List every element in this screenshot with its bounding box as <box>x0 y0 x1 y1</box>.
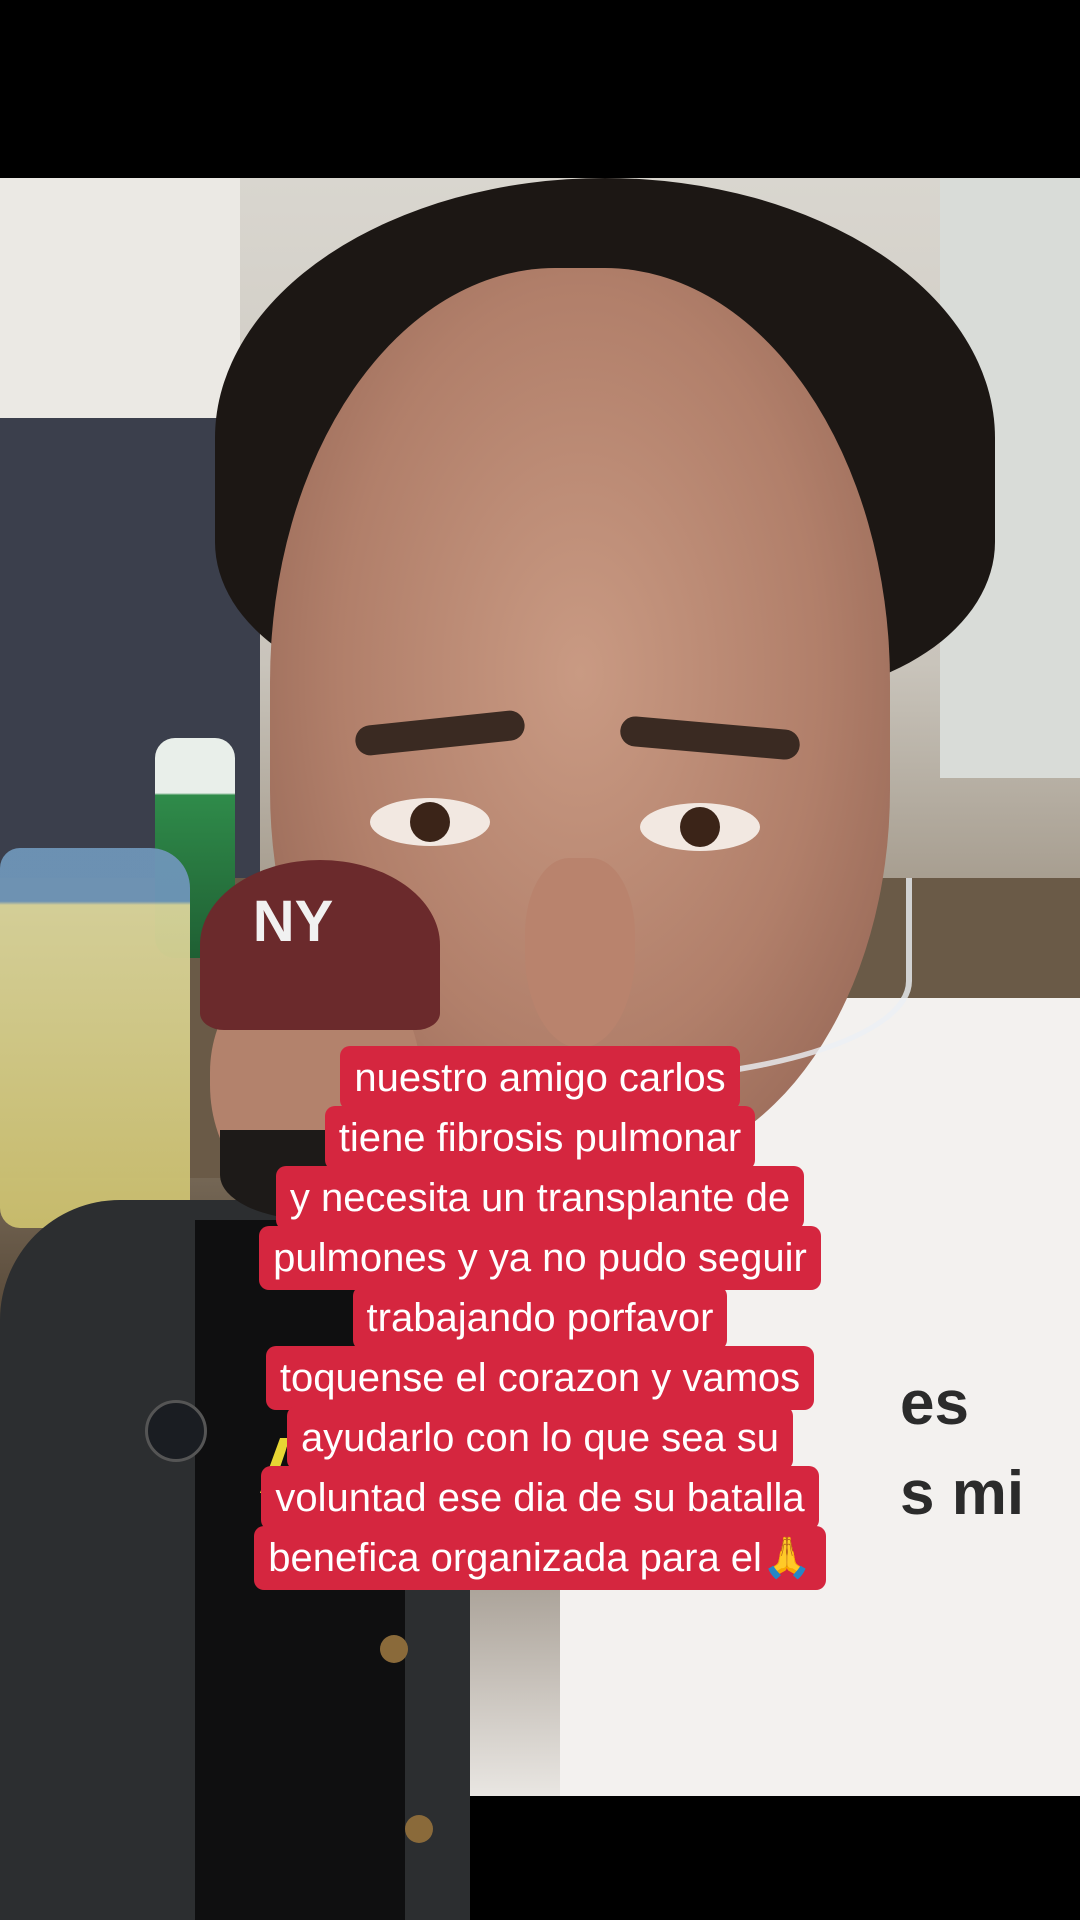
caption-line: trabajando porfavor <box>352 1286 728 1350</box>
caption-line: ayudarlo con lo que sea su <box>286 1406 794 1470</box>
right-iris <box>680 807 720 847</box>
caption-line: toquense el corazon y vamos <box>265 1346 815 1410</box>
cap-logo: NY <box>252 889 334 954</box>
jacket-button <box>380 1635 408 1663</box>
caption-line: tiene fibrosis pulmonar <box>324 1106 756 1170</box>
right-eye <box>640 803 760 851</box>
caption-line: voluntad ese dia de su batalla <box>261 1466 819 1530</box>
caption-line: nuestro amigo carlos <box>340 1046 740 1110</box>
caption-line: y necesita un transplante de <box>275 1166 805 1230</box>
jacket-button <box>405 1815 433 1843</box>
caption-line: pulmones y ya no pudo seguir <box>259 1226 821 1290</box>
caption-line: benefica organizada para el🙏 <box>254 1526 826 1590</box>
video-frame: es s mi A: NY nuestro amigo carlos tiene… <box>0 0 1080 1920</box>
left-eye <box>370 798 490 846</box>
caption-block: nuestro amigo carlos tiene fibrosis pulm… <box>0 1046 1080 1590</box>
cabinet <box>0 178 240 428</box>
left-iris <box>410 802 450 842</box>
